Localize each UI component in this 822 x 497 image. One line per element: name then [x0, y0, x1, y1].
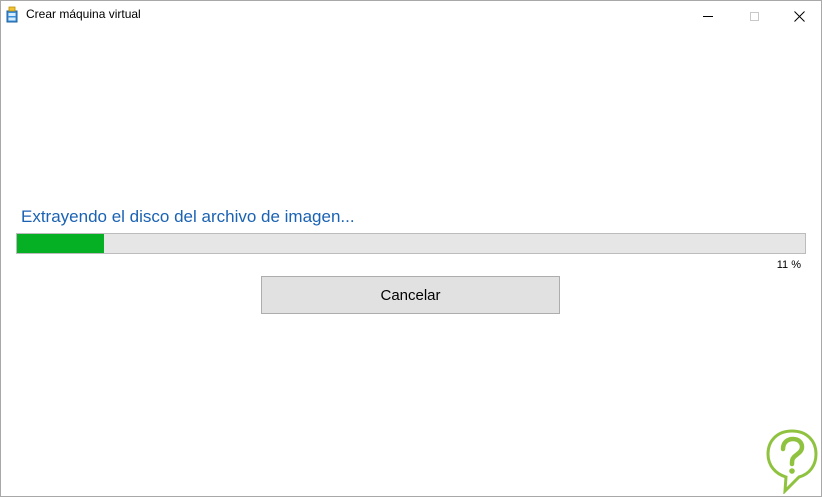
question-mark-logo-icon [766, 429, 818, 494]
status-message: Extrayendo el disco del archivo de image… [21, 207, 355, 226]
dialog-window: Crear máquina virtual Extrayendo el disc… [0, 0, 822, 497]
minimize-button[interactable] [685, 1, 731, 31]
minimize-icon [703, 15, 713, 17]
progress-percent-label: 11 % [776, 259, 801, 271]
progress-bar [16, 233, 806, 254]
cancel-button[interactable]: Cancelar [261, 276, 560, 314]
vm-wizard-icon [6, 6, 18, 23]
maximize-button[interactable] [731, 1, 777, 31]
progress-bar-fill [17, 234, 104, 253]
close-button[interactable] [776, 1, 822, 31]
window-title: Crear máquina virtual [26, 7, 141, 21]
title-bar[interactable]: Crear máquina virtual [1, 1, 821, 31]
close-icon [793, 10, 805, 22]
maximize-icon [749, 11, 759, 21]
